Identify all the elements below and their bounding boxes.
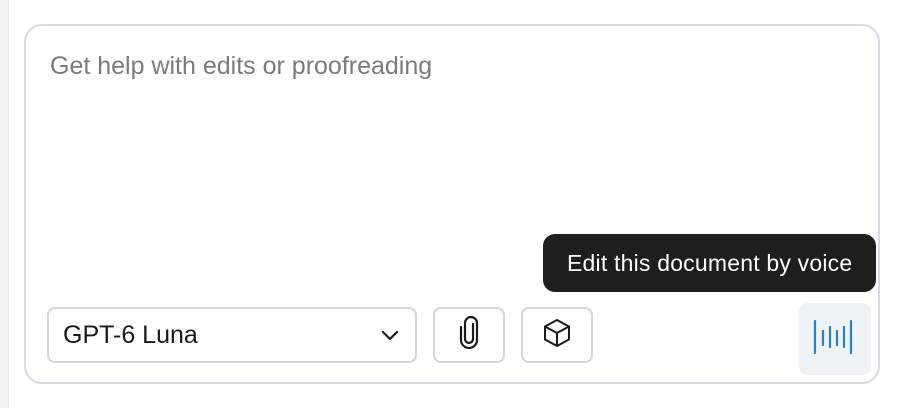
voice-waveform-icon (812, 317, 858, 362)
prompt-input[interactable] (50, 52, 850, 252)
cube-icon (541, 317, 573, 354)
paperclip-icon (454, 315, 484, 355)
voice-button[interactable] (799, 303, 871, 375)
attach-button[interactable] (433, 307, 505, 363)
voice-tooltip: Edit this document by voice (543, 234, 877, 292)
model-select-label: GPT-6 Luna (63, 320, 198, 349)
composer-panel: GPT-6 Luna (24, 24, 880, 384)
chevron-down-icon (379, 324, 401, 346)
package-button[interactable] (521, 307, 593, 363)
model-select[interactable]: GPT-6 Luna (47, 307, 417, 363)
sidebar-edge (0, 0, 9, 408)
